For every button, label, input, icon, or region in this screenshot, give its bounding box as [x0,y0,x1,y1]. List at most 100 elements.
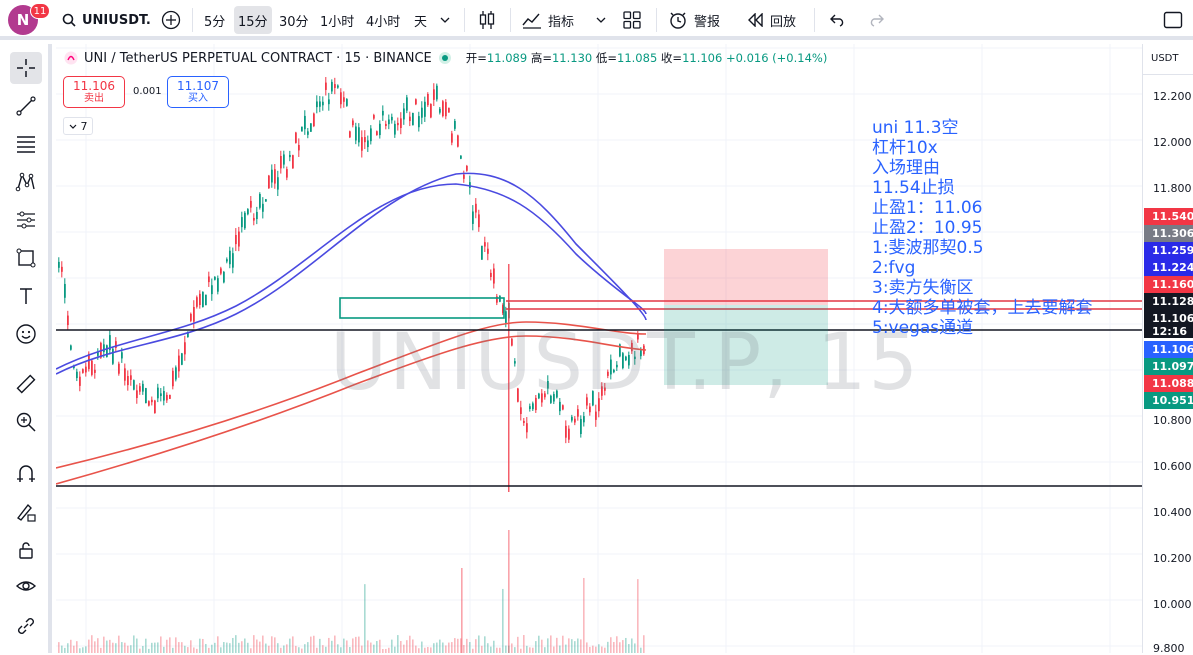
add-symbol-button[interactable] [158,6,184,34]
volume-bar [205,643,207,653]
volume-bar [253,635,255,653]
pattern-tool[interactable] [10,166,42,198]
text-tool[interactable] [10,280,42,312]
indicators-button[interactable]: 指标 [522,6,574,34]
ruler-tool[interactable] [10,368,42,400]
alert-icon [670,12,686,29]
volume-bar [631,638,633,653]
price-tick: 10.800 [1153,414,1192,427]
candle-body [277,177,279,190]
timeframe-4h[interactable]: 4小时 [362,6,404,34]
candle-body [409,116,411,122]
volume-bar [298,647,300,653]
volume-bar [103,636,105,653]
price-tick: 10.400 [1153,506,1192,519]
change-value: +0.016 (+0.14%) [725,51,828,65]
candle-body [301,126,303,132]
candle-body [526,423,528,433]
candle-body [241,217,243,228]
candle-body [295,132,297,143]
toolbar-divider [656,8,657,32]
price-axis[interactable]: USDT 12.200 12.000 11.800 10.800 10.600 … [1142,44,1193,655]
timeframe-5m[interactable]: 5分 [200,6,229,34]
volume-bar [79,648,81,653]
link-tool[interactable] [10,610,42,642]
fib-tool[interactable] [10,128,42,160]
legend-title[interactable]: UNI / TetherUS PERPETUAL CONTRACT · 15 ·… [84,51,432,66]
chart-type-button[interactable] [474,6,500,34]
candle-body [475,203,477,213]
trendline-tool[interactable] [10,90,42,122]
volume-bar [157,642,159,653]
indicators-dropdown[interactable] [592,6,610,34]
volume-bar [538,635,540,653]
volume-bar [322,645,324,653]
candle-body [133,380,135,390]
stop-loss-zone [664,249,828,305]
candle-body [229,250,231,265]
timeframe-1d[interactable]: 天 [410,6,431,34]
volume-bar [289,638,291,653]
zoom-tool[interactable] [10,406,42,438]
volume-bar [394,646,396,653]
redo-button[interactable] [864,6,888,34]
note-line: 杠杆10x [872,138,938,158]
volume-bar [307,642,309,653]
candle-body [166,394,168,401]
volume-bar [640,647,642,653]
candle-body [427,94,429,106]
candle-body [319,101,321,107]
timeframe-30m[interactable]: 30分 [275,6,313,34]
emoji-tool[interactable] [10,318,42,350]
price-tick: 12.200 [1153,90,1192,103]
candle-body [322,101,324,106]
candle-body [574,418,576,423]
timeframe-15m[interactable]: 15分 [234,6,272,34]
volume-bar [463,645,465,653]
volume-bar [499,647,501,653]
crosshair-tool[interactable] [10,52,42,84]
note-line: 1:斐波那契0.5 [872,238,984,258]
symbol-search[interactable]: UNIUSDT. [62,6,151,34]
sell-button[interactable]: 11.106 卖出 [63,76,125,108]
lock-icon [19,542,33,559]
candle-body [265,199,267,202]
candle-body [388,119,390,125]
ruler-icon [16,374,36,394]
shapes-tool[interactable] [10,242,42,274]
undo-button[interactable] [826,6,850,34]
layout-button[interactable] [620,6,644,34]
candle-body [82,369,84,373]
magnet-tool[interactable] [10,458,42,490]
volume-bar [127,645,129,653]
candle-body [121,352,123,359]
candle-body [94,369,96,373]
volume-bar [316,647,318,653]
buy-button[interactable]: 11.107 买入 [167,76,229,108]
text-icon [20,288,32,304]
timeframe-1h[interactable]: 1小时 [316,6,358,34]
alert-button[interactable]: 警报 [668,6,720,34]
lock-drawing-tool[interactable] [10,496,42,528]
note-line: uni 11.3空 [872,118,959,138]
hide-tool[interactable] [10,570,42,602]
market-open-icon [438,52,451,64]
volume-bar [430,647,432,653]
indicators-toggle[interactable]: 7 [63,117,93,135]
candle-body [454,120,456,129]
analysis-note[interactable]: uni 11.3空 杠杆10x 入场理由 11.54止损 止盈1：11.06 止… [872,118,1093,338]
candle-body [238,231,240,247]
uni-logo-icon [64,51,78,65]
timeframe-dropdown[interactable] [436,6,454,34]
forecast-tool[interactable] [10,204,42,236]
candle-body [340,92,342,105]
notification-badge: 11 [30,3,50,19]
lock-tool[interactable] [10,534,42,566]
volume-bar [184,645,186,653]
fullscreen-button[interactable] [1160,6,1186,34]
replay-button[interactable]: 回放 [746,6,796,34]
volume-bar [526,645,528,653]
candle-body [478,214,480,228]
candle-body [349,131,351,138]
candle-body [244,212,246,229]
